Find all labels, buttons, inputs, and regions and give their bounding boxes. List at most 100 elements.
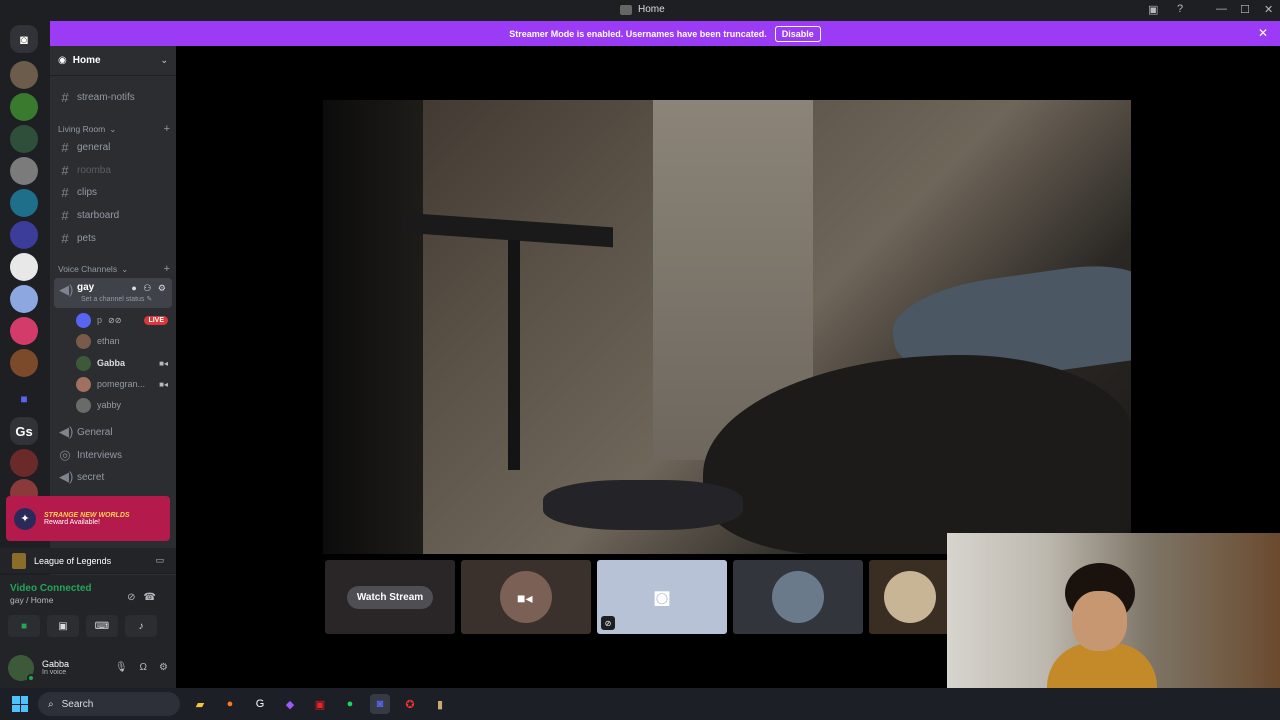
speaker-icon: ◀) bbox=[59, 469, 74, 484]
channel-roomba[interactable]: # roomba bbox=[54, 160, 172, 180]
server-icon[interactable] bbox=[10, 221, 38, 249]
channel-general[interactable]: # general bbox=[54, 137, 172, 157]
server-icon[interactable] bbox=[10, 157, 38, 185]
participant-tiles: Watch Stream ■◂ ◙ ⊘ bbox=[325, 560, 951, 634]
settings-gear-icon[interactable]: ⚙ bbox=[159, 662, 168, 673]
chevron-down-icon: ⌄ bbox=[109, 123, 117, 134]
channel-status[interactable]: Set a channel status ✎ bbox=[81, 295, 152, 303]
avatar bbox=[76, 376, 91, 392]
server-icon[interactable] bbox=[10, 125, 38, 153]
server-icon[interactable] bbox=[10, 253, 38, 281]
camera-button[interactable]: ■ bbox=[8, 615, 40, 637]
speaker-icon: ◀) bbox=[59, 424, 74, 439]
channel-clips[interactable]: # clips bbox=[54, 182, 172, 202]
quest-reward-banner[interactable]: ✦ STRANGE NEW WORLDS Reward Available! bbox=[6, 496, 170, 541]
channel-actions[interactable]: ● ⚇ ⚙ bbox=[131, 283, 168, 294]
windows-start-icon[interactable] bbox=[12, 696, 28, 712]
participant-tile[interactable]: ■◂ bbox=[461, 560, 591, 634]
server-icon[interactable] bbox=[10, 449, 38, 477]
server-icon[interactable] bbox=[10, 349, 38, 377]
voice-user[interactable]: ethan bbox=[76, 331, 168, 351]
participant-tile[interactable]: ◙ ⊘ bbox=[597, 560, 727, 634]
channel-starboard[interactable]: # starboard bbox=[54, 205, 172, 225]
hash-icon: # bbox=[61, 139, 69, 155]
help-icon[interactable]: ? bbox=[1177, 3, 1183, 15]
hash-icon: # bbox=[61, 162, 69, 178]
search-icon: ⌕ bbox=[48, 698, 54, 710]
firefox-icon[interactable]: ● bbox=[220, 694, 240, 714]
muted-icon: ⊘ bbox=[601, 616, 615, 630]
video-camera-icon: ■◂ bbox=[159, 379, 168, 389]
webcam-face bbox=[1072, 591, 1127, 651]
video-scene-chair bbox=[323, 100, 423, 554]
disable-streamer-mode-button[interactable]: Disable bbox=[774, 25, 821, 42]
add-channel-icon[interactable]: + bbox=[164, 123, 170, 135]
league-client-icon[interactable]: ▮ bbox=[430, 694, 450, 714]
voice-user[interactable]: pomegran... ■◂ bbox=[76, 374, 168, 394]
screen-share-video[interactable] bbox=[323, 100, 1131, 554]
hash-icon: # bbox=[61, 230, 69, 246]
hash-icon: # bbox=[61, 89, 69, 105]
video-camera-icon: ■◂ bbox=[517, 590, 533, 606]
server-icon[interactable] bbox=[10, 189, 38, 217]
user-avatar[interactable] bbox=[8, 654, 35, 682]
avatar bbox=[76, 333, 91, 349]
voice-channel-interviews[interactable]: ◎ Interviews bbox=[54, 445, 172, 465]
game-activity[interactable]: League of Legends ▭ bbox=[0, 548, 176, 574]
avatar bbox=[76, 312, 91, 328]
folder-icon[interactable]: ■ bbox=[10, 385, 38, 413]
online-status-icon bbox=[27, 673, 35, 682]
microphone-icon[interactable]: 🎙︎ bbox=[115, 662, 128, 673]
discord-home-icon[interactable]: ◙ bbox=[10, 25, 38, 53]
watch-stream-button[interactable]: Watch Stream bbox=[346, 585, 434, 609]
voice-channel-gay[interactable]: ◀) gay Set a channel status ✎ ● ⚇ ⚙ bbox=[54, 278, 172, 308]
add-channel-icon[interactable]: + bbox=[164, 263, 170, 275]
minimize-button[interactable]: — bbox=[1216, 3, 1227, 15]
participant-tile[interactable]: Watch Stream bbox=[325, 560, 455, 634]
avatar bbox=[772, 571, 824, 623]
maximize-button[interactable]: ☐ bbox=[1240, 3, 1250, 16]
server-icon-gs[interactable]: Gs bbox=[10, 417, 38, 445]
category-voice-channels[interactable]: Voice Channels ⌄ + bbox=[58, 263, 170, 275]
avatar bbox=[76, 355, 91, 371]
inbox-icon[interactable]: ▣ bbox=[1148, 3, 1158, 16]
discord-logo-icon: ◙ bbox=[654, 581, 670, 612]
hash-icon: # bbox=[61, 184, 69, 200]
voice-channel-secret[interactable]: ◀) secret bbox=[54, 467, 172, 487]
taskbar-search[interactable]: ⌕ Search bbox=[38, 692, 180, 716]
server-icon[interactable] bbox=[10, 93, 38, 121]
voice-user[interactable]: Gabba ■◂ bbox=[76, 353, 168, 373]
spotify-icon[interactable]: ● bbox=[340, 694, 360, 714]
server-header[interactable]: ◉ Home ⌄ bbox=[50, 46, 176, 76]
server-icon[interactable] bbox=[10, 61, 38, 89]
jetbrains-icon[interactable]: ▣ bbox=[310, 694, 330, 714]
channel-pets[interactable]: # pets bbox=[54, 228, 172, 248]
channel-stream-notifs[interactable]: # stream-notifs bbox=[54, 87, 172, 107]
live-badge: LIVE bbox=[144, 315, 168, 325]
obsidian-icon[interactable]: ◆ bbox=[280, 694, 300, 714]
disconnect-icons[interactable]: ⊘☎ bbox=[127, 592, 164, 603]
avatar bbox=[76, 397, 91, 413]
stage-icon: ◎ bbox=[59, 447, 71, 462]
activities-button[interactable]: ⌨ bbox=[86, 615, 118, 637]
category-living-room[interactable]: Living Room ⌄ + bbox=[58, 123, 170, 135]
discord-taskbar-icon[interactable]: ◙ bbox=[370, 694, 390, 714]
headphones-icon[interactable]: Ω bbox=[140, 662, 147, 673]
close-window-button[interactable]: ✕ bbox=[1264, 3, 1273, 16]
server-icon[interactable] bbox=[10, 285, 38, 313]
server-icon[interactable] bbox=[10, 317, 38, 345]
participant-tile[interactable] bbox=[733, 560, 863, 634]
participant-tile[interactable] bbox=[869, 560, 951, 634]
video-scene-clothes bbox=[543, 480, 743, 530]
soundboard-button[interactable]: ♪ bbox=[125, 615, 157, 637]
banner-close-icon[interactable]: ✕ bbox=[1258, 26, 1268, 40]
screen-share-button[interactable]: ▣ bbox=[47, 615, 79, 637]
voice-user[interactable]: yabby bbox=[76, 395, 168, 415]
voice-user[interactable]: p ⊘⊘ LIVE bbox=[76, 310, 168, 330]
riot-client-icon[interactable]: ✪ bbox=[400, 694, 420, 714]
voice-channel-general[interactable]: ◀) General bbox=[54, 422, 172, 442]
quest-icon: ✦ bbox=[14, 507, 36, 530]
g-hub-icon[interactable]: G bbox=[250, 694, 270, 714]
file-explorer-icon[interactable]: ▰ bbox=[190, 694, 210, 714]
stream-game-icon[interactable]: ▭ bbox=[155, 555, 164, 566]
